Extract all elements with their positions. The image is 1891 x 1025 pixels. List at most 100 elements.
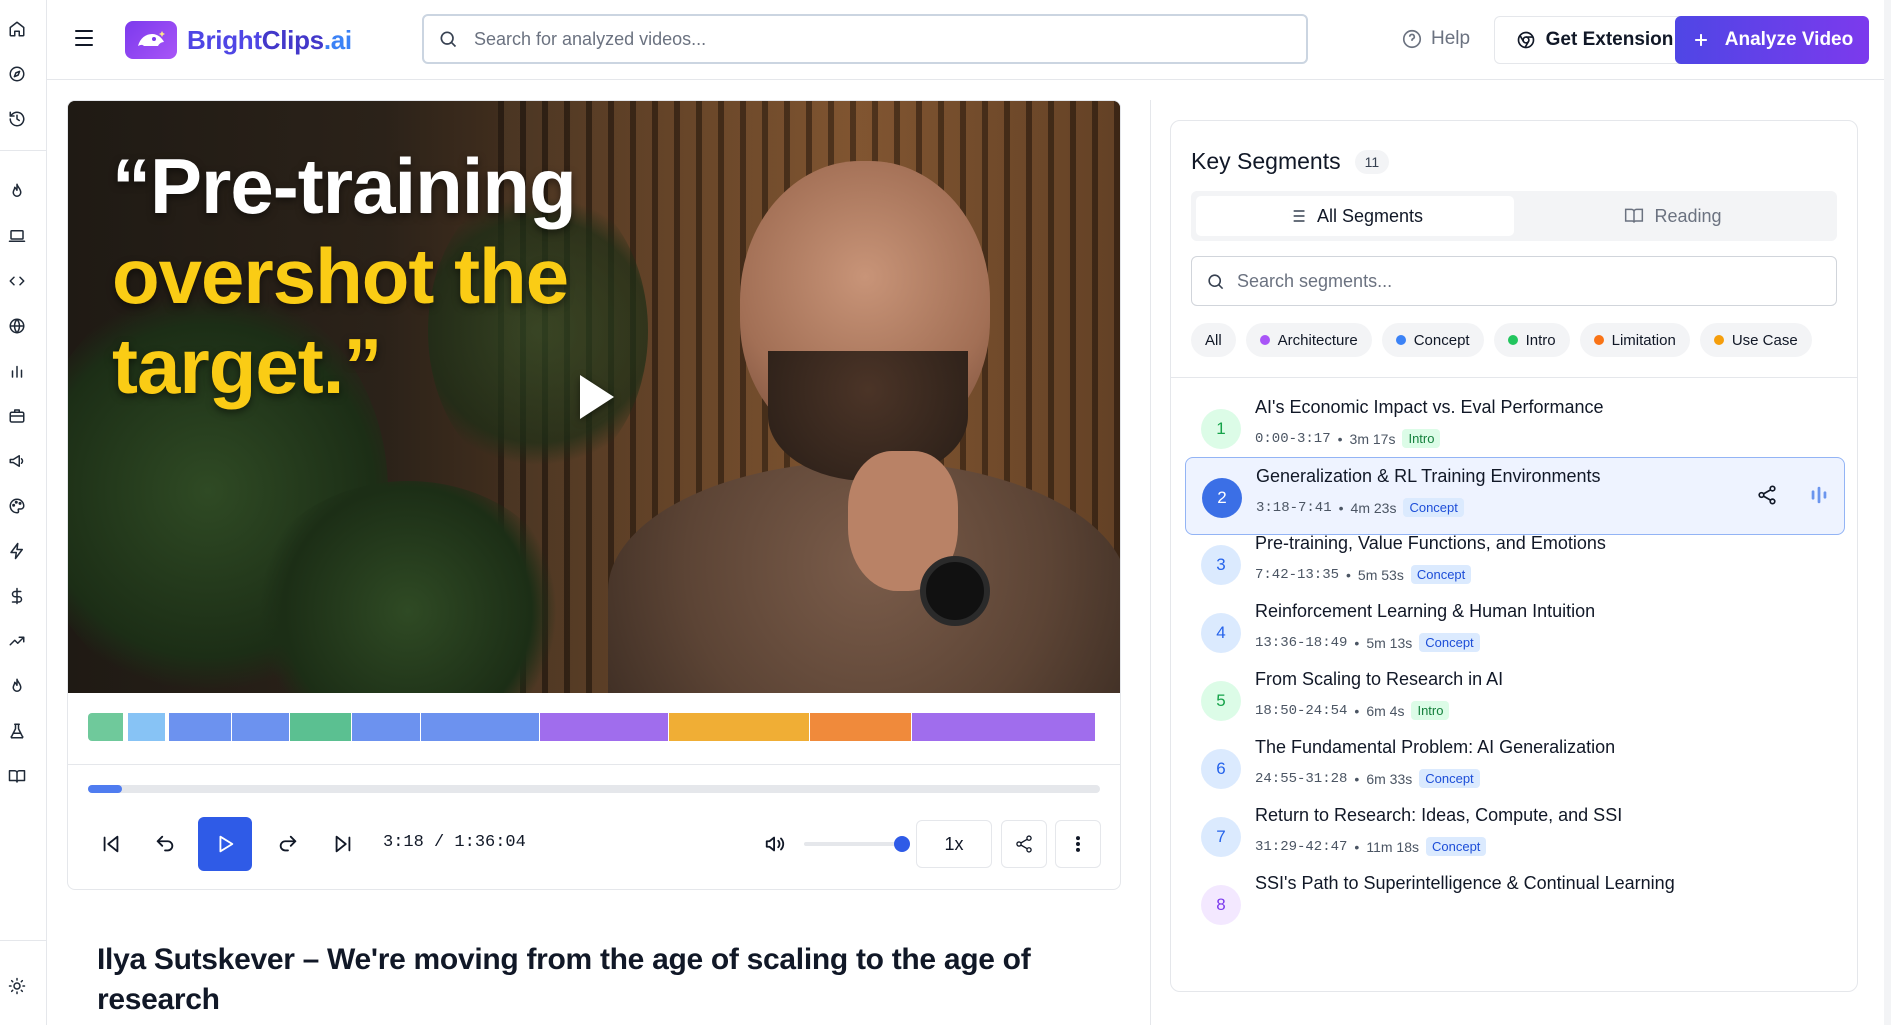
segment-search-input[interactable] bbox=[1237, 270, 1797, 292]
segment-timeline[interactable] bbox=[88, 713, 1096, 741]
timeline-segment[interactable] bbox=[539, 713, 668, 741]
briefcase-icon[interactable] bbox=[7, 406, 27, 426]
segment-number: 5 bbox=[1201, 681, 1241, 721]
flask-icon[interactable] bbox=[7, 721, 27, 741]
video-frame[interactable]: “Pre-training overshot the target.” bbox=[68, 101, 1120, 693]
get-extension-button[interactable]: Get Extension bbox=[1494, 16, 1695, 64]
forward-button[interactable] bbox=[261, 817, 315, 871]
filter-chip[interactable]: All bbox=[1191, 323, 1236, 357]
skip-back-button[interactable] bbox=[84, 817, 138, 871]
timeline-segment[interactable] bbox=[352, 713, 420, 741]
segment-number: 4 bbox=[1201, 613, 1241, 653]
share-icon bbox=[1016, 835, 1032, 853]
compass-icon[interactable] bbox=[7, 64, 27, 84]
book-open-icon bbox=[1625, 208, 1644, 223]
segment-meta: 18:50-24:54 • 6m 4s Intro bbox=[1255, 701, 1450, 720]
history-icon[interactable] bbox=[7, 109, 27, 129]
filter-chip[interactable]: Architecture bbox=[1245, 323, 1372, 357]
flame-icon[interactable] bbox=[7, 181, 27, 201]
home-icon[interactable] bbox=[7, 19, 27, 39]
timeline-segment[interactable] bbox=[289, 713, 352, 741]
segment-item[interactable]: 7 Return to Research: Ideas, Compute, and… bbox=[1185, 797, 1845, 875]
segment-item[interactable]: 1 AI's Economic Impact vs. Eval Performan… bbox=[1185, 389, 1845, 467]
speed-button[interactable]: 1x bbox=[916, 820, 992, 868]
timeline-segment[interactable] bbox=[88, 713, 124, 741]
tab-reading[interactable]: Reading bbox=[1514, 196, 1832, 236]
skip-forward-button[interactable] bbox=[316, 817, 370, 871]
bar-chart-icon[interactable] bbox=[7, 361, 27, 381]
filter-label: Intro bbox=[1525, 331, 1556, 349]
menu-icon[interactable] bbox=[75, 30, 93, 46]
rewind-button[interactable] bbox=[138, 817, 192, 871]
brand-logo[interactable]: BrightClips.ai bbox=[125, 21, 352, 59]
segment-number: 2 bbox=[1202, 478, 1242, 518]
segment-category-tag: Concept bbox=[1426, 837, 1487, 856]
audio-bars-icon[interactable] bbox=[1808, 484, 1830, 506]
progress-bar[interactable] bbox=[88, 785, 1100, 793]
segment-number: 3 bbox=[1201, 545, 1241, 585]
globe-icon[interactable] bbox=[7, 316, 27, 336]
segment-item[interactable]: 6 The Fundamental Problem: AI Generalizat… bbox=[1185, 729, 1845, 807]
sun-icon[interactable] bbox=[7, 976, 27, 996]
video-search-input[interactable] bbox=[474, 28, 1274, 50]
palette-icon[interactable] bbox=[7, 496, 27, 516]
segment-title: Return to Research: Ideas, Compute, and … bbox=[1255, 805, 1623, 825]
code-icon[interactable] bbox=[7, 271, 27, 291]
volume-knob[interactable] bbox=[894, 836, 910, 852]
skip-forward-icon bbox=[335, 835, 351, 853]
zap-icon[interactable] bbox=[7, 541, 27, 561]
volume-button[interactable] bbox=[748, 817, 802, 871]
category-dot bbox=[1395, 335, 1406, 345]
page-scrollbar[interactable] bbox=[1884, 0, 1891, 1025]
video-search[interactable] bbox=[422, 14, 1308, 64]
segment-item[interactable]: 4 Reinforcement Learning & Human Intuitio… bbox=[1185, 593, 1845, 671]
timeline-segment[interactable] bbox=[809, 713, 911, 741]
more-options-button[interactable] bbox=[1055, 820, 1101, 868]
share-video-button[interactable] bbox=[1001, 820, 1047, 868]
share-icon[interactable] bbox=[1756, 484, 1778, 506]
volume-slider[interactable] bbox=[804, 842, 900, 846]
laptop-icon[interactable] bbox=[7, 226, 27, 246]
help-link[interactable]: Help bbox=[1401, 28, 1470, 50]
filter-chip[interactable]: Intro bbox=[1493, 323, 1570, 357]
category-dot bbox=[1259, 335, 1270, 345]
segment-category-tag: Intro bbox=[1411, 701, 1450, 720]
segment-item[interactable]: 2 Generalization & RL Training Environmen… bbox=[1185, 457, 1845, 535]
filter-label: Limitation bbox=[1611, 331, 1676, 349]
progress-fill bbox=[88, 785, 123, 793]
segment-search[interactable] bbox=[1191, 256, 1837, 306]
segment-meta: 7:42-13:35 • 5m 53s Concept bbox=[1255, 565, 1472, 584]
segment-number: 1 bbox=[1201, 409, 1241, 449]
book-icon[interactable] bbox=[7, 766, 27, 786]
segment-duration: 6m 4s bbox=[1366, 702, 1405, 719]
video-title: Ilya Sutskever – We're moving from the a… bbox=[97, 943, 1031, 1016]
dollar-icon[interactable] bbox=[7, 586, 27, 606]
segment-item[interactable]: 8 SSI's Path to Superintelligence & Conti… bbox=[1185, 865, 1845, 943]
filter-chip[interactable]: Limitation bbox=[1579, 323, 1690, 357]
segment-duration: 5m 13s bbox=[1366, 634, 1413, 651]
trending-up-icon[interactable] bbox=[7, 631, 27, 651]
tab-all-segments[interactable]: All Segments bbox=[1196, 196, 1514, 236]
timeline-segment[interactable] bbox=[668, 713, 809, 741]
brand-name: BrightClips.ai bbox=[187, 24, 352, 55]
category-filters: All Architecture Concept Intro Limitation Use… bbox=[1191, 323, 1812, 357]
filter-chip[interactable]: Use Case bbox=[1699, 323, 1812, 357]
segment-item[interactable]: 5 From Scaling to Research in AI 18:50-24:… bbox=[1185, 661, 1845, 739]
timeline-segment[interactable] bbox=[232, 713, 289, 741]
megaphone-icon[interactable] bbox=[7, 451, 27, 471]
segment-meta: 31:29-42:47 • 11m 18s Concept bbox=[1255, 837, 1487, 856]
segment-category-tag: Concept bbox=[1419, 633, 1480, 652]
play-button[interactable] bbox=[198, 817, 252, 871]
flame-icon-2[interactable] bbox=[7, 676, 27, 696]
play-overlay-icon[interactable] bbox=[580, 375, 614, 419]
forward-icon bbox=[279, 835, 297, 852]
analyze-video-button[interactable]: Analyze Video bbox=[1675, 16, 1869, 64]
segment-item[interactable]: 3 Pre-training, Value Functions, and Emot… bbox=[1185, 525, 1845, 603]
timeline-segment[interactable] bbox=[168, 713, 232, 741]
timeline-segment[interactable] bbox=[128, 713, 165, 741]
timeline-segment[interactable] bbox=[911, 713, 1095, 741]
filter-chip[interactable]: Concept bbox=[1381, 323, 1484, 357]
timeline-segment[interactable] bbox=[420, 713, 539, 741]
volume-icon bbox=[765, 836, 785, 852]
search-icon bbox=[440, 31, 457, 48]
